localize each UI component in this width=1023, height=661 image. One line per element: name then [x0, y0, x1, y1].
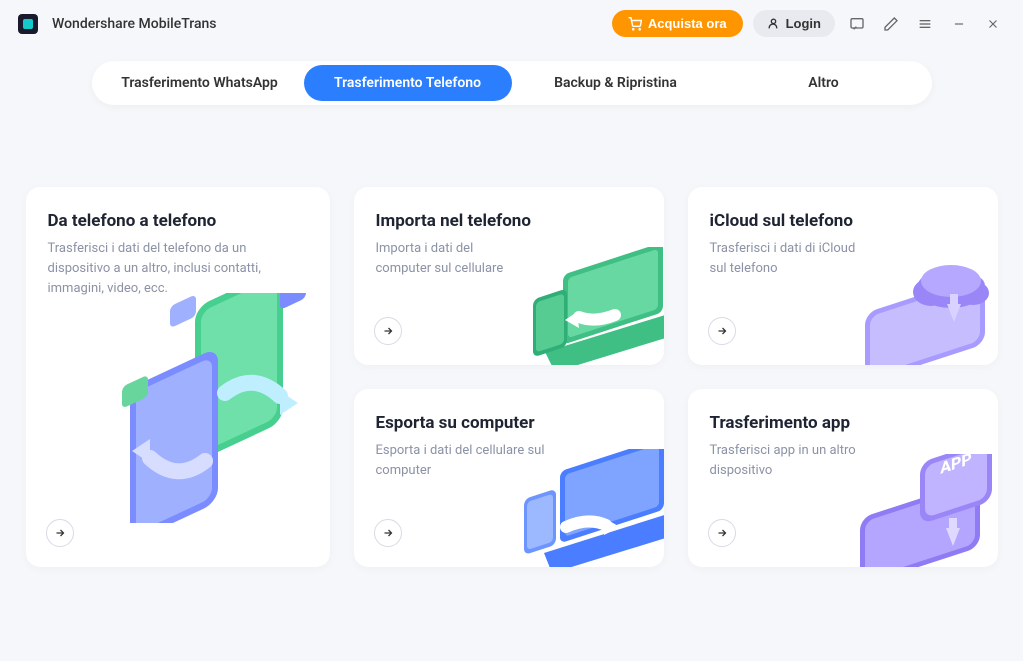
- app-title: Wondershare MobileTrans: [52, 16, 217, 32]
- arrow-button[interactable]: [374, 519, 402, 547]
- laptop-phone-illustration: [515, 247, 664, 365]
- arrow-right-icon: [382, 527, 394, 539]
- main-tabbar: Trasferimento WhatsApp Trasferimento Tel…: [92, 61, 932, 105]
- titlebar: Wondershare MobileTrans Acquista ora Log…: [0, 0, 1023, 47]
- cloud-phone-illustration: [859, 252, 998, 365]
- card-title: Da telefono a telefono: [48, 211, 308, 231]
- login-label: Login: [786, 16, 821, 31]
- card-title: iCloud sul telefono: [710, 211, 976, 231]
- tab-phone-transfer[interactable]: Trasferimento Telefono: [304, 65, 512, 101]
- arrow-button[interactable]: [374, 317, 402, 345]
- phones-transfer-illustration: [90, 293, 320, 527]
- arrow-right-icon: [382, 325, 394, 337]
- card-grid: Da telefono a telefono Trasferisci i dat…: [0, 105, 1023, 597]
- card-title: Importa nel telefono: [376, 211, 642, 231]
- card-desc: Trasferisci i dati del telefono da un di…: [48, 239, 283, 299]
- card-desc: Importa i dati del computer sul cellular…: [376, 239, 526, 279]
- arrow-right-icon: [54, 527, 66, 539]
- menu-icon[interactable]: [917, 16, 933, 32]
- app-logo: [18, 14, 38, 34]
- card-desc: Trasferisci i dati di iCloud sul telefon…: [710, 239, 870, 279]
- card-export-to-computer[interactable]: Esporta su computer Esporta i dati del c…: [354, 389, 664, 567]
- tab-backup-restore[interactable]: Backup & Ripristina: [512, 65, 720, 101]
- minimize-icon[interactable]: [951, 16, 967, 32]
- buy-now-button[interactable]: Acquista ora: [612, 10, 743, 37]
- arrow-right-icon: [716, 527, 728, 539]
- arrow-button[interactable]: [46, 519, 74, 547]
- cart-icon: [628, 17, 642, 31]
- arrow-button[interactable]: [708, 519, 736, 547]
- close-icon[interactable]: [985, 16, 1001, 32]
- card-desc: Esporta i dati del cellulare sul compute…: [376, 441, 551, 481]
- card-desc: Trasferisci app in un altro dispositivo: [710, 441, 880, 481]
- svg-text:APP: APP: [940, 454, 972, 479]
- edit-icon[interactable]: [883, 16, 899, 32]
- card-app-transfer[interactable]: Trasferimento app Trasferisci app in un …: [688, 389, 998, 567]
- card-phone-to-phone[interactable]: Da telefono a telefono Trasferisci i dat…: [26, 187, 330, 567]
- user-icon: [767, 17, 780, 30]
- arrow-button[interactable]: [708, 317, 736, 345]
- card-title: Esporta su computer: [376, 413, 642, 433]
- card-title: Trasferimento app: [710, 413, 976, 433]
- tab-whatsapp-transfer[interactable]: Trasferimento WhatsApp: [96, 65, 304, 101]
- card-icloud-to-phone[interactable]: iCloud sul telefono Trasferisci i dati d…: [688, 187, 998, 365]
- feedback-icon[interactable]: [849, 16, 865, 32]
- buy-now-label: Acquista ora: [648, 16, 727, 31]
- login-button[interactable]: Login: [753, 10, 835, 37]
- tab-other[interactable]: Altro: [720, 65, 928, 101]
- arrow-right-icon: [716, 325, 728, 337]
- card-import-to-phone[interactable]: Importa nel telefono Importa i dati del …: [354, 187, 664, 365]
